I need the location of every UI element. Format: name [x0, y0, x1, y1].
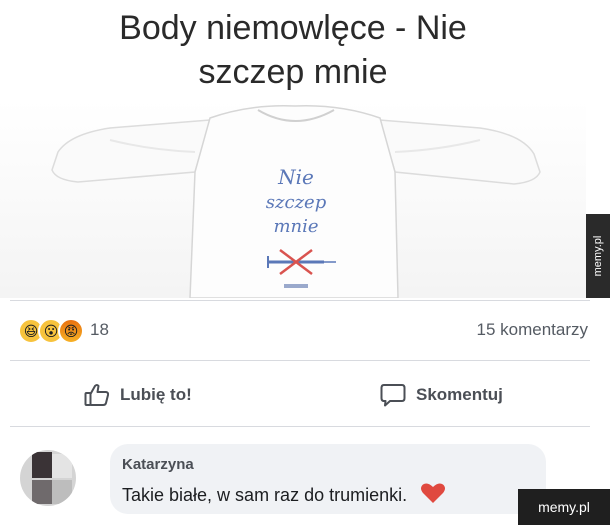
comment-bubble: Katarzyna Takie białe, w sam raz do trum…	[110, 444, 546, 514]
print-word-2: szczep	[266, 192, 327, 213]
watermark-side: memy.pl	[586, 214, 610, 298]
post-title: Body niemowlęce - Nie szczep mnie	[0, 6, 586, 94]
divider-bottom	[10, 426, 590, 427]
divider-top	[10, 300, 590, 301]
comment-author[interactable]: Katarzyna	[122, 456, 194, 473]
reaction-count[interactable]: 18	[90, 320, 109, 340]
baby-bodysuit-illustration: Nie szczep mnie	[51, 105, 541, 298]
comment-button[interactable]: Skomentuj	[380, 372, 503, 418]
actions-row: Lubię to! Skomentuj	[0, 372, 600, 418]
watermark-side-text: memy.pl	[592, 235, 604, 277]
angry-icon: 😡	[58, 318, 84, 344]
like-button-label: Lubię to!	[120, 385, 192, 404]
post-title-line-1: Body niemowlęce - Nie	[119, 9, 467, 47]
comment-bubble-icon	[380, 384, 406, 407]
comment-text-body: Takie białe, w sam raz do trumienki.	[122, 485, 408, 505]
small-print-mark	[284, 284, 308, 288]
product-image[interactable]: Nie szczep mnie	[0, 100, 586, 298]
comment-button-label: Skomentuj	[416, 385, 503, 404]
print-word-3: mnie	[273, 216, 318, 237]
thumbs-up-icon	[84, 384, 110, 406]
comment-text: Takie białe, w sam raz do trumienki.	[122, 482, 446, 506]
divider-middle	[10, 360, 590, 361]
comment-row: Katarzyna Takie białe, w sam raz do trum…	[0, 444, 600, 525]
print-word-1: Nie	[277, 165, 314, 189]
reactions-row: 😆 😮 😡 18 15 komentarzy	[0, 308, 600, 352]
post-title-line-2: szczep mnie	[198, 53, 388, 91]
watermark-corner: memy.pl	[518, 489, 610, 525]
comments-count[interactable]: 15 komentarzy	[477, 320, 589, 340]
heart-icon	[421, 483, 446, 503]
like-button[interactable]: Lubię to!	[84, 372, 192, 418]
avatar[interactable]	[20, 450, 76, 506]
